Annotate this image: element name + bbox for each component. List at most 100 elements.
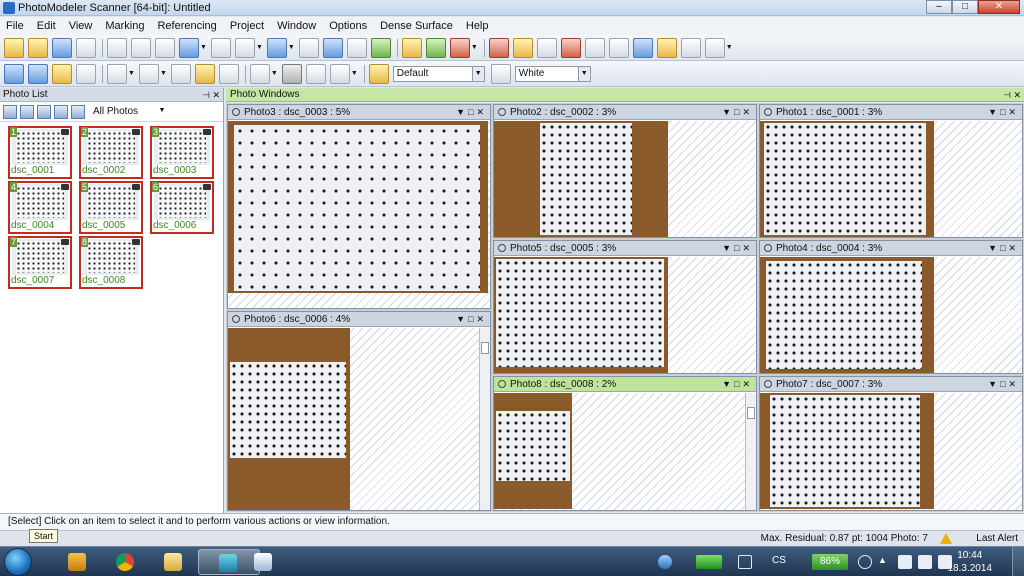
photo-canvas[interactable] <box>494 121 756 237</box>
shape-tool-icon[interactable] <box>266 37 287 58</box>
checklist-icon[interactable] <box>76 63 96 84</box>
expand-tray-icon[interactable]: ▲ <box>878 555 892 569</box>
multi-select-icon[interactable] <box>131 37 151 58</box>
photo-window[interactable]: Photo2 : dsc_0002 : 3% ▼□✕ <box>493 104 757 238</box>
grid-table-icon[interactable] <box>512 37 533 58</box>
taskbar-explorer[interactable] <box>154 549 192 575</box>
clock[interactable]: 10:44 18.3.2014 <box>948 549 993 575</box>
photo-thumbnail[interactable]: 5 dsc_0005 <box>79 181 143 234</box>
network-globe-icon[interactable] <box>658 555 672 569</box>
language-indicator[interactable]: CS <box>772 555 786 566</box>
photo-thumbnail[interactable]: 2 dsc_0002 <box>79 126 143 179</box>
target-icon[interactable] <box>155 37 175 58</box>
menu-view[interactable]: View <box>69 20 93 32</box>
menu-help[interactable]: Help <box>466 20 489 32</box>
measure-icon[interactable] <box>170 63 191 84</box>
photo-table-icon[interactable] <box>52 63 72 84</box>
photo-window[interactable]: Photo7 : dsc_0007 : 3% ▼□✕ <box>759 376 1023 511</box>
chevron-down-icon[interactable]: ▼ <box>128 70 135 77</box>
pin-icon[interactable] <box>764 380 772 388</box>
panel-pin-close-icon[interactable]: ⊣ ✕ <box>202 88 220 102</box>
windows-start-icon[interactable] <box>4 548 32 576</box>
mark-point-icon[interactable] <box>179 37 199 58</box>
flag-icon[interactable] <box>898 555 912 569</box>
vertical-scrollbar[interactable] <box>745 393 756 510</box>
photo-window[interactable]: Photo6 : dsc_0006 : 4% ▼□✕ <box>227 311 491 511</box>
menu-file[interactable]: File <box>6 20 24 32</box>
arch-icon[interactable] <box>608 37 629 58</box>
photo-thumbnail[interactable]: 7 dsc_0007 <box>8 236 72 289</box>
undo-icon[interactable] <box>76 37 96 58</box>
dimension-icon[interactable] <box>218 63 239 84</box>
line-tool-icon[interactable] <box>210 37 231 58</box>
view-mode-icon[interactable] <box>281 63 302 84</box>
cascade-icon[interactable] <box>138 63 159 84</box>
scrollbar-thumb[interactable] <box>747 407 755 419</box>
photo-thumbnail[interactable]: 3 dsc_0003 <box>150 126 214 179</box>
link-icon[interactable] <box>370 37 391 58</box>
open-3d-view-icon[interactable] <box>4 63 24 84</box>
taskbar-paint[interactable] <box>244 549 282 575</box>
signal-strength-icon[interactable] <box>696 555 722 569</box>
photo-thumbnail[interactable]: 6 dsc_0006 <box>150 181 214 234</box>
pencil-icon[interactable] <box>298 37 319 58</box>
photo-window[interactable]: Photo1 : dsc_0001 : 3% ▼□✕ <box>759 104 1023 238</box>
window-controls-icon[interactable]: ▼□✕ <box>456 312 487 327</box>
pin-icon[interactable] <box>764 108 772 116</box>
photo-thumbnail[interactable]: 1 dsc_0001 <box>8 126 72 179</box>
minimize-button[interactable]: – <box>926 0 952 14</box>
last-alert-label[interactable]: Last Alert <box>976 531 1018 546</box>
menu-referencing[interactable]: Referencing <box>157 20 216 32</box>
photo-properties-icon[interactable] <box>20 104 34 119</box>
window-controls-icon[interactable]: ▼□✕ <box>988 241 1019 256</box>
photo-canvas[interactable] <box>760 121 1022 237</box>
photo-window[interactable]: Photo3 : dsc_0003 : 5% ▼□✕ <box>227 104 491 309</box>
brush-icon[interactable] <box>560 37 581 58</box>
show-desktop-button[interactable] <box>1012 547 1024 576</box>
pin-icon[interactable] <box>498 244 506 252</box>
pin-icon[interactable] <box>764 244 772 252</box>
chevron-down-icon[interactable]: ▼ <box>288 44 295 51</box>
photo-thumbnail[interactable]: 8 dsc_0008 <box>79 236 143 289</box>
window-controls-icon[interactable]: ▼□✕ <box>722 377 753 392</box>
display-style-select[interactable]: Default ▼ <box>392 65 485 82</box>
filter-icon[interactable] <box>71 104 85 119</box>
zoom-view-icon[interactable] <box>28 63 48 84</box>
window-controls-icon[interactable]: ▼□✕ <box>456 105 487 120</box>
photo-canvas[interactable] <box>228 328 490 510</box>
menu-marking[interactable]: Marking <box>105 20 144 32</box>
curve-tool-icon[interactable] <box>234 37 255 58</box>
sync-icon[interactable] <box>858 555 872 569</box>
open-photo-icon[interactable] <box>54 104 68 119</box>
camera-settings-icon[interactable] <box>704 37 725 58</box>
open-project-icon[interactable] <box>28 37 48 58</box>
window-controls-icon[interactable]: ▼□✕ <box>722 241 753 256</box>
photo-window[interactable]: Photo4 : dsc_0004 : 3% ▼□✕ <box>759 240 1023 374</box>
pin-icon[interactable] <box>498 108 506 116</box>
chevron-down-icon[interactable]: ▼ <box>271 70 278 77</box>
background-color-select[interactable]: White ▼ <box>514 65 591 82</box>
chevron-down-icon[interactable]: ▼ <box>471 44 478 51</box>
scrollbar-thumb[interactable] <box>481 342 489 354</box>
reference-icon[interactable] <box>322 37 343 58</box>
orient-icon[interactable] <box>425 37 446 58</box>
vertical-scrollbar[interactable] <box>479 328 490 510</box>
pin-icon[interactable] <box>498 380 506 388</box>
select-pointer-icon[interactable] <box>107 37 127 58</box>
chevron-down-icon[interactable]: ▼ <box>200 44 207 51</box>
hand-icon[interactable] <box>584 37 605 58</box>
window-layout-icon[interactable] <box>107 63 127 84</box>
color-palette-icon[interactable] <box>490 63 511 84</box>
photo-canvas[interactable] <box>494 393 756 510</box>
pin-icon[interactable] <box>232 108 240 116</box>
auto-reference-icon[interactable] <box>346 37 367 58</box>
battery-indicator[interactable]: 86% <box>812 554 848 570</box>
display-settings-icon[interactable] <box>368 63 389 84</box>
taskbar-chrome[interactable] <box>106 549 144 575</box>
process-icon[interactable] <box>401 37 422 58</box>
save-icon[interactable] <box>52 37 72 58</box>
ruler-icon[interactable] <box>194 63 215 84</box>
new-project-icon[interactable] <box>4 37 24 58</box>
monitor-icon[interactable] <box>918 555 932 569</box>
photo-canvas[interactable] <box>760 257 1022 373</box>
